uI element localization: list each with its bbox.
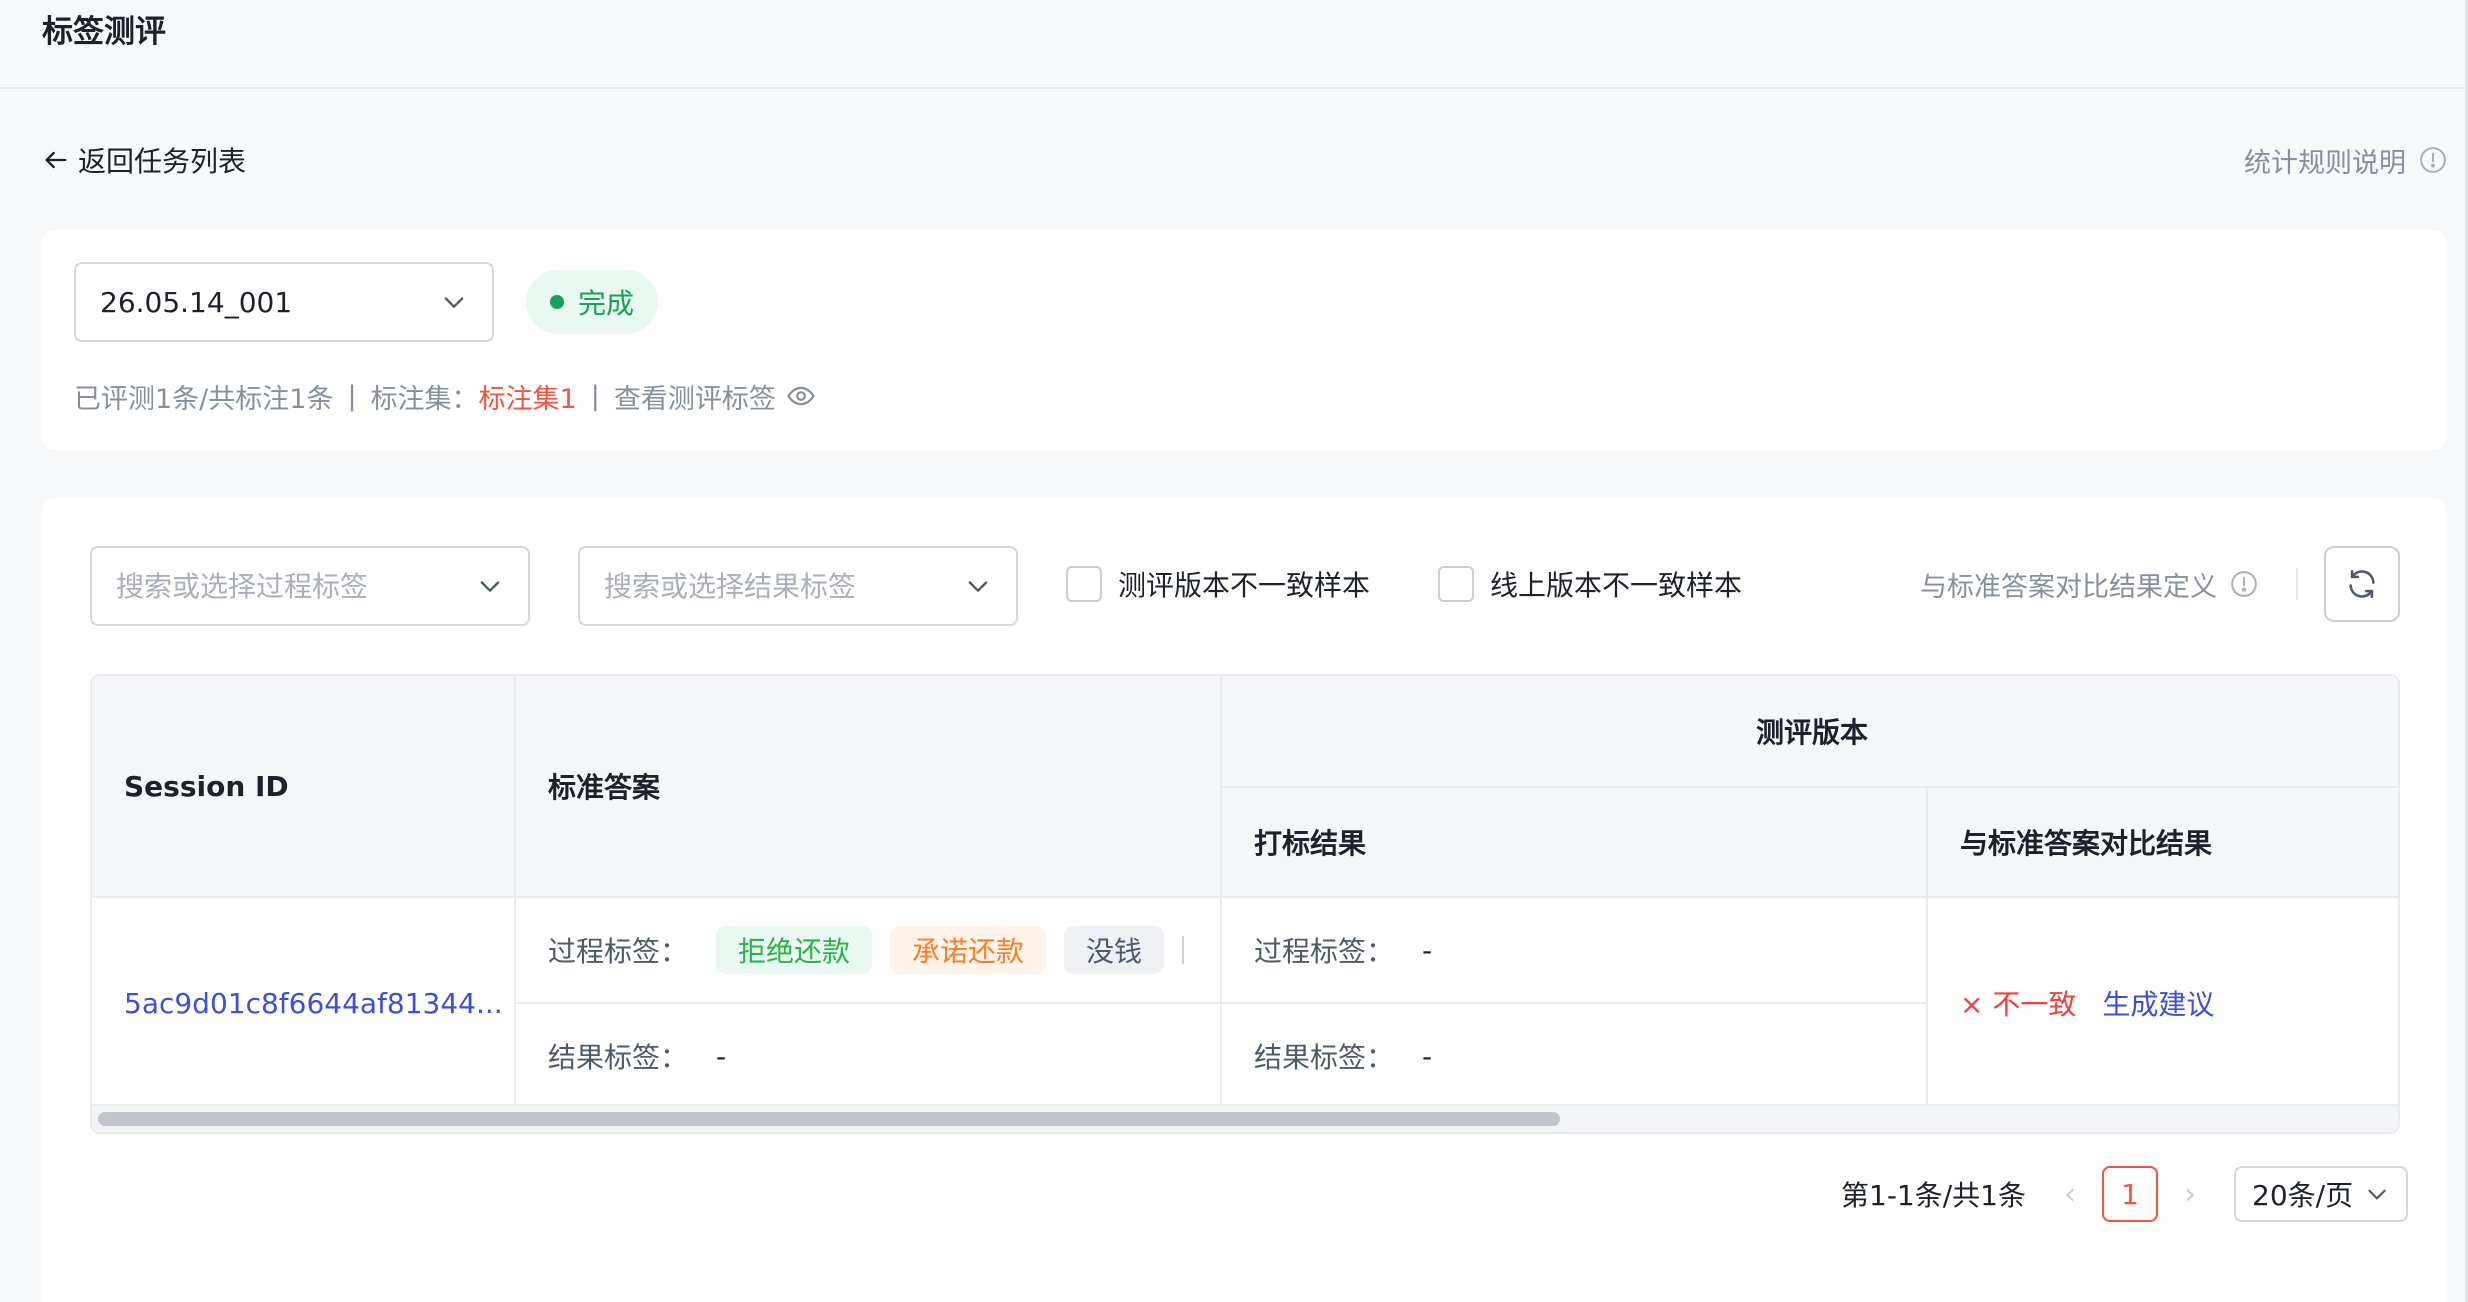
- results-card: 测评版本不一致样本 线上版本不一致样本 与标准答案对比结果定义 Session …: [42, 498, 2446, 1302]
- result-tag-input[interactable]: [604, 569, 944, 603]
- prev-page-button[interactable]: ‹: [2050, 1166, 2090, 1222]
- chevron-down-icon: [968, 581, 988, 592]
- status-text: 完成: [578, 287, 635, 320]
- version-select-value: 26.05.14_001: [100, 285, 293, 319]
- status-dot-icon: [550, 295, 564, 309]
- next-page-button[interactable]: ›: [2170, 1166, 2210, 1222]
- page-title: 标签测评: [42, 14, 166, 50]
- label-set-prefix: 标注集：: [370, 383, 479, 415]
- mismatch-status: × 不一致: [1960, 988, 2077, 1021]
- process-tag-input[interactable]: [116, 569, 456, 603]
- header-standard-answer: 标准答案: [514, 676, 1220, 896]
- horizontal-scrollbar[interactable]: [92, 1104, 2398, 1132]
- stats-rule-link[interactable]: 统计规则说明: [2244, 140, 2448, 180]
- meta-separator: |: [347, 380, 357, 412]
- view-eval-tags-label: 查看测评标签: [613, 383, 776, 415]
- chevron-down-icon: [480, 581, 500, 592]
- task-info-card: 26.05.14_001 完成 已评测1条/共标注1条 | 标注集： 标注集1 …: [42, 230, 2446, 450]
- process-tag-value: -: [1422, 933, 1433, 967]
- info-icon: [2420, 147, 2446, 173]
- header-session-id: Session ID: [92, 676, 514, 896]
- generate-suggestion-link[interactable]: 生成建议: [2102, 983, 2214, 1023]
- progress-text: 已评测1条/共标注1条: [74, 383, 334, 415]
- info-icon: [2231, 571, 2257, 597]
- refresh-icon: [2349, 569, 2375, 599]
- chevron-down-icon: [2368, 1189, 2386, 1200]
- eval-version-mismatch-label: 测评版本不一致样本: [1118, 569, 1371, 602]
- view-eval-tags-link[interactable]: 查看测评标签: [614, 377, 816, 416]
- process-tag: 拒绝还款: [716, 926, 873, 974]
- chevron-down-icon: [444, 297, 464, 308]
- arrow-left-icon: [45, 151, 67, 169]
- checkbox-box[interactable]: [1066, 566, 1102, 602]
- header-compare-result: 与标准答案对比结果: [1926, 786, 2398, 896]
- meta-separator: |: [590, 380, 600, 412]
- refresh-button[interactable]: [2324, 546, 2400, 622]
- result-tag-label: 结果标签：: [548, 1041, 689, 1074]
- stats-rule-label: 统计规则说明: [2244, 147, 2406, 179]
- result-tag-value: -: [1422, 1039, 1433, 1073]
- eye-icon: [787, 386, 815, 406]
- pagination-total: 第1-1条/共1条: [1841, 1179, 2026, 1212]
- result-tag-label: 结果标签：: [1254, 1041, 1395, 1074]
- pagination: 第1-1条/共1条 ‹ 1 › 20条/页: [1841, 1166, 2408, 1222]
- version-select[interactable]: 26.05.14_001: [74, 262, 494, 342]
- tag-overflow-divider: [1182, 936, 1185, 964]
- toolbar-divider: [2296, 568, 2298, 600]
- cell-marking-result: 结果标签： -: [1220, 1002, 1926, 1108]
- process-tag: 承诺还款: [890, 926, 1047, 974]
- page-size-value: 20条/页: [2252, 1179, 2354, 1212]
- status-badge: 完成: [526, 270, 659, 334]
- back-to-task-list-link[interactable]: 返回任务列表: [42, 140, 246, 180]
- back-link-label: 返回任务列表: [78, 145, 247, 178]
- label-set-name: 标注集1: [478, 383, 577, 415]
- compare-definition-link[interactable]: 与标准答案对比结果定义: [1920, 562, 2259, 606]
- cell-compare-result: × 不一致 生成建议: [1926, 896, 2398, 1108]
- cell-standard-result: 结果标签： -: [514, 1002, 1220, 1108]
- results-table: Session ID 标准答案 测评版本 打标结果 与标准答案对比结果 5ac9…: [90, 674, 2400, 1134]
- process-tag-select[interactable]: [90, 546, 530, 626]
- header-marking-result: 打标结果: [1220, 786, 1926, 896]
- process-tag-label: 过程标签：: [1254, 935, 1395, 968]
- compare-definition-label: 与标准答案对比结果定义: [1920, 571, 2217, 603]
- session-id-link[interactable]: 5ac9d01c8f6644af81344...: [124, 987, 503, 1020]
- cell-standard-process: 过程标签： 拒绝还款 承诺还款 没钱: [514, 896, 1220, 1002]
- process-tag-label: 过程标签：: [548, 935, 689, 968]
- online-version-mismatch-checkbox[interactable]: 线上版本不一致样本: [1438, 562, 1742, 606]
- page-header: 标签测评: [0, 0, 2468, 89]
- online-version-mismatch-label: 线上版本不一致样本: [1490, 569, 1743, 602]
- result-tag-value: -: [716, 1039, 727, 1073]
- page-size-select[interactable]: 20条/页: [2234, 1166, 2408, 1222]
- result-tag-select[interactable]: [578, 546, 1018, 626]
- eval-version-mismatch-checkbox[interactable]: 测评版本不一致样本: [1066, 562, 1370, 606]
- checkbox-box[interactable]: [1438, 566, 1474, 602]
- cell-session-id: 5ac9d01c8f6644af81344...: [92, 896, 514, 1108]
- page-number-button[interactable]: 1: [2102, 1166, 2158, 1222]
- task-meta-line: 已评测1条/共标注1条 | 标注集： 标注集1 | 查看测评标签: [74, 376, 816, 416]
- cell-marking-process: 过程标签： -: [1220, 896, 1926, 1002]
- scrollbar-thumb[interactable]: [98, 1112, 1560, 1126]
- header-eval-version: 测评版本: [1220, 676, 2398, 786]
- process-tag: 没钱: [1064, 926, 1165, 974]
